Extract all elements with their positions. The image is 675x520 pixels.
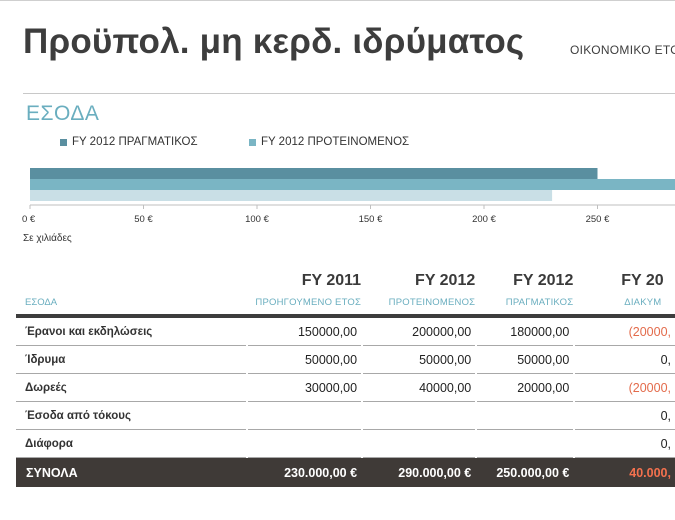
cell-fy2012-proposed[interactable] — [363, 429, 476, 458]
column-header-fy: FY 2012 — [513, 272, 574, 289]
title-divider — [23, 93, 675, 94]
column-header-fy: FY 20 — [621, 272, 664, 289]
chart-bar-3 — [30, 190, 553, 201]
table-row: Διάφορα 0, — [16, 429, 675, 458]
row-label: Ίδρυμα — [16, 345, 247, 374]
table-header-fy-row: FY 2011 FY 2012 FY 2012 FY 20 — [16, 262, 675, 290]
table-row: Έρανοι και εκδηλώσεις 150000,00 200000,0… — [16, 318, 675, 346]
page-title: Προϋπολ. μη κερδ. ιδρύματος — [23, 22, 525, 61]
cell-fy2011[interactable] — [248, 429, 362, 458]
category-header: ΕΣΟΔΑ — [25, 296, 58, 308]
legend-label-proposed: FY 2012 ΠΡΟΤΕΙΝΟΜΕΝΟΣ — [261, 136, 410, 148]
fiscal-year-label: ΟΙΚΟΝΟΜΙΚΟ ΕΤΟ — [570, 43, 675, 57]
cell-fy2011[interactable]: 30000,00 — [248, 373, 362, 402]
total-fy2012-actual: 250.000,00 € — [477, 457, 574, 487]
total-variance: 40.000, — [575, 457, 675, 487]
cell-variance[interactable]: 0, — [575, 401, 675, 430]
cell-fy2012-proposed[interactable] — [363, 401, 476, 430]
column-subheader: ΔΙΑΚΥΜ — [624, 296, 662, 308]
table-row: Δωρεές 30000,00 40000,00 20000,00 (20000… — [16, 373, 675, 402]
cell-fy2011[interactable]: 150000,00 — [248, 318, 362, 346]
cell-fy2012-proposed[interactable]: 50000,00 — [363, 345, 476, 374]
cell-fy2012-actual[interactable]: 180000,00 — [477, 318, 574, 346]
totals-row: ΣΥΝΟΛΑ 230.000,00 € 290.000,00 € 250.000… — [16, 457, 675, 487]
legend-swatch-actual — [60, 138, 67, 146]
revenue-chart: 0 € 50 € 100 € 150 € 200 € 250 € — [22, 168, 675, 225]
x-tick-label: 100 € — [245, 214, 269, 225]
cell-fy2012-actual[interactable] — [477, 429, 574, 458]
top-border — [0, 0, 675, 1]
chart-bar-1 — [30, 168, 598, 180]
column-subheader: ΠΡΟΗΓΟΥΜΕΝΟ ΕΤΟΣ — [255, 296, 362, 308]
cell-fy2012-proposed[interactable]: 40000,00 — [363, 373, 476, 402]
column-header-fy: FY 2011 — [301, 272, 362, 289]
column-subheader: ΠΡΟΤΕΙΝΟΜΕΝΟΣ — [388, 296, 476, 308]
cell-fy2012-proposed[interactable]: 200000,00 — [363, 318, 476, 346]
legend-label-actual: FY 2012 ΠΡΑΓΜΑΤΙΚΟΣ — [72, 136, 198, 148]
cell-fy2011[interactable] — [248, 401, 362, 430]
x-tick-label: 0 € — [22, 214, 36, 225]
cell-variance[interactable]: 0, — [575, 429, 675, 458]
revenue-table: FY 2011 FY 2012 FY 2012 FY 20 ΕΣΟΔΑ ΠΡΟΗ… — [16, 262, 675, 487]
unit-label: Σε χιλιάδες — [23, 233, 72, 244]
table-header-sub-row: ΕΣΟΔΑ ΠΡΟΗΓΟΥΜΕΝΟ ΕΤΟΣ ΠΡΟΤΕΙΝΟΜΕΝΟΣ ΠΡΑ… — [16, 290, 675, 314]
cell-variance[interactable]: 0, — [575, 345, 675, 374]
column-subheader: ΠΡΑΓΜΑΤΙΚΟΣ — [505, 296, 574, 308]
legend-swatch-proposed — [249, 138, 256, 146]
table-row: Ίδρυμα 50000,00 50000,00 50000,00 0, — [16, 345, 675, 374]
cell-fy2011[interactable]: 50000,00 — [248, 345, 362, 374]
row-label: Δωρεές — [16, 373, 247, 402]
cell-fy2012-actual[interactable]: 20000,00 — [477, 373, 574, 402]
totals-label: ΣΥΝΟΛΑ — [16, 457, 247, 487]
cell-fy2012-actual[interactable]: 50000,00 — [477, 345, 574, 374]
section-title: ΕΣΟΔΑ — [26, 102, 100, 125]
legend-item-proposed: FY 2012 ΠΡΟΤΕΙΝΟΜΕΝΟΣ — [249, 136, 409, 148]
chart-bar-2 — [30, 179, 675, 190]
total-fy2012-proposed: 290.000,00 € — [363, 457, 476, 487]
cell-fy2012-actual[interactable] — [477, 401, 574, 430]
x-tick-label: 50 € — [134, 214, 153, 225]
x-tick-label: 150 € — [359, 214, 383, 225]
total-fy2011: 230.000,00 € — [248, 457, 362, 487]
cell-variance[interactable]: (20000, — [575, 318, 675, 346]
row-label: Έρανοι και εκδηλώσεις — [16, 318, 247, 346]
x-tick-label: 250 € — [586, 214, 610, 225]
cell-variance[interactable]: (20000, — [575, 373, 675, 402]
column-header-fy: FY 2012 — [415, 272, 476, 289]
table-row: Έσοδα από τόκους 0, — [16, 401, 675, 430]
x-tick-label: 200 € — [472, 214, 496, 225]
row-label: Έσοδα από τόκους — [16, 401, 247, 430]
row-label: Διάφορα — [16, 429, 247, 458]
legend-item-actual: FY 2012 ΠΡΑΓΜΑΤΙΚΟΣ — [60, 136, 198, 148]
